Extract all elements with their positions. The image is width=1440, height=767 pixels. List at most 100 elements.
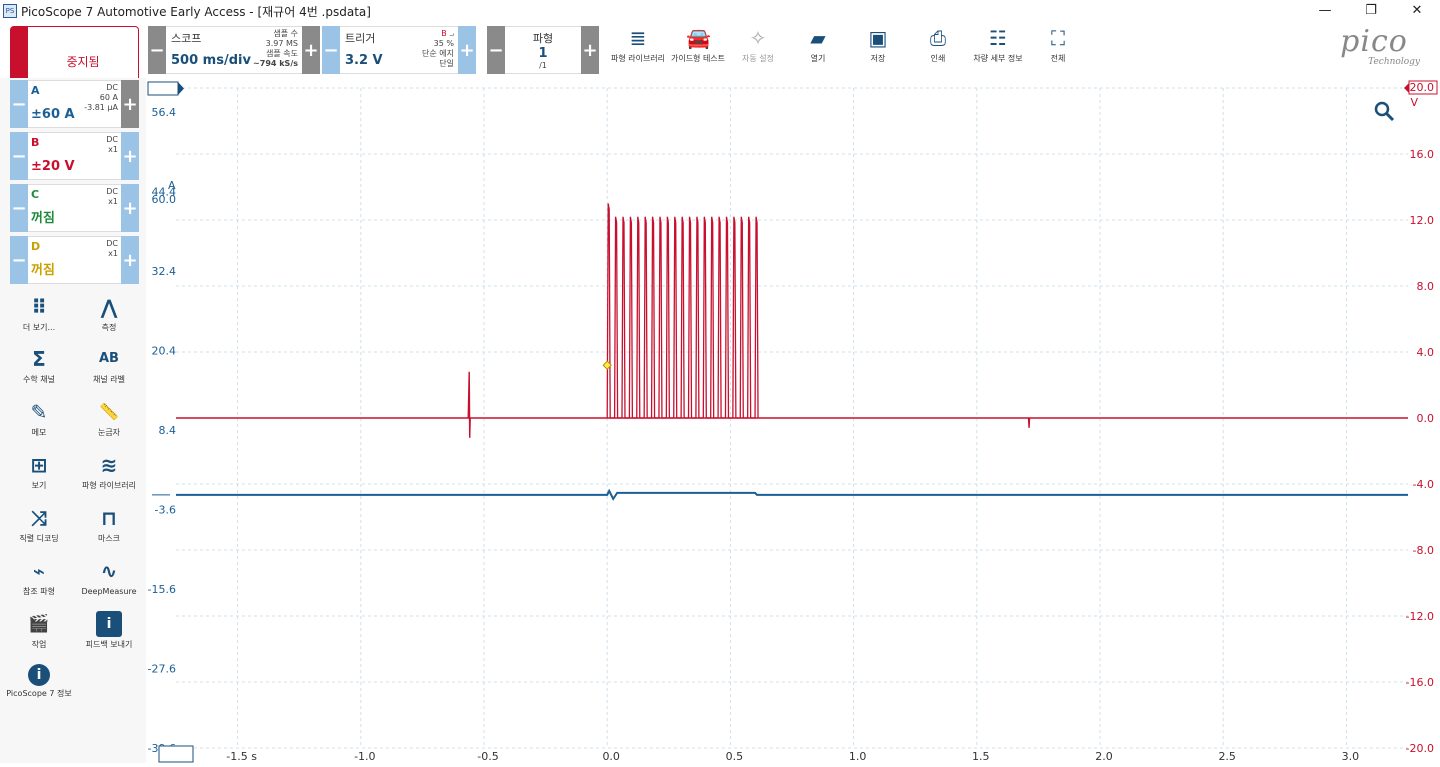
channel-b-decrease-button[interactable]: − — [10, 132, 28, 180]
right-top-marker: 20.0 — [1404, 80, 1438, 95]
title-bar: PS PicoScope 7 Automotive Early Access -… — [0, 0, 1440, 22]
trigger-shot: 단일 — [439, 59, 454, 68]
pico-logo: pico Technology — [1320, 27, 1428, 71]
channel-b-display[interactable]: B ±20 V DC x1 — [28, 132, 121, 180]
left-tick-label: -3.6 — [155, 503, 176, 516]
channel-b-control: − B ±20 V DC x1 + — [10, 132, 139, 180]
timebase-display[interactable]: 스코프 500 ms/div 샘플 수 3.97 MS 샘플 속도 ~794 k… — [166, 26, 302, 74]
right-axis-arrow — [1404, 83, 1409, 93]
right-tick-label: 0.0 — [1417, 412, 1435, 425]
channel-d-range: 꺼짐 — [31, 263, 55, 278]
view-button[interactable]: ⊞ 보기 — [4, 452, 74, 491]
right-tick-label: 12.0 — [1410, 214, 1435, 227]
compass-icon: ⋀ — [100, 295, 118, 319]
mask-icon: ⊓ — [101, 506, 117, 530]
x-tick-label: 1.5 — [972, 750, 990, 763]
ruler-button[interactable]: 📏 눈금자 — [74, 399, 144, 438]
channel-c-increase-button[interactable]: + — [121, 184, 139, 232]
right-top-label: 20.0 — [1410, 81, 1435, 94]
restore-button[interactable]: ❐ — [1348, 0, 1394, 22]
guided-test-button[interactable]: 🚘 가이드형 테스트 — [668, 26, 728, 74]
save-button[interactable]: ▣ 저장 — [848, 26, 908, 74]
channel-a-display[interactable]: A ±60 A DC 60 A -3.81 µA — [28, 80, 121, 128]
channel-b-range: ±20 V — [31, 159, 75, 174]
channel-b-increase-button[interactable]: + — [121, 132, 139, 180]
fullscreen-button[interactable]: ⛶ 전체 — [1028, 26, 1088, 74]
stack-icon: ≣ — [629, 26, 647, 50]
waveform-control: − 파형 1 /1 + — [487, 26, 599, 74]
clipboard-icon: ☷ — [989, 26, 1007, 50]
note-icon: ✎ — [30, 400, 48, 424]
left-tick-label: -15.6 — [148, 583, 176, 596]
more-button[interactable]: ⠿ 더 보기... — [4, 294, 74, 333]
channel-a-increase-button[interactable]: + — [121, 80, 139, 128]
logo-word: pico — [1340, 24, 1408, 59]
minimize-button[interactable]: — — [1302, 0, 1348, 22]
channel-d-display[interactable]: D 꺼짐 DC x1 — [28, 236, 121, 284]
close-button[interactable]: ✕ — [1394, 0, 1440, 22]
timebase-decrease-button[interactable]: − — [148, 26, 166, 74]
right-tick-label: -20.0 — [1406, 742, 1434, 755]
rising-edge-icon: ⨼ — [449, 29, 454, 38]
waveform-display[interactable]: 파형 1 /1 — [505, 26, 581, 74]
timebase-increase-button[interactable]: + — [302, 26, 320, 74]
waveform-next-button[interactable]: + — [581, 26, 599, 74]
waveform-prev-button[interactable]: − — [487, 26, 505, 74]
trigger-increase-button[interactable]: + — [458, 26, 476, 74]
channel-d-increase-button[interactable]: + — [121, 236, 139, 284]
overlays — [147, 81, 1395, 763]
actions-button[interactable]: 🎬 작업 — [4, 611, 74, 650]
x-tick-label: 0.5 — [726, 750, 744, 763]
auto-setup-button[interactable]: ✧ 자동 설정 — [728, 26, 788, 74]
right-axis: 16.0 12.0 8.0 4.0 0.0 -4.0 -8.0 -12.0 -16.0 -20.0… — [1404, 80, 1438, 755]
waveform-library-tool-button[interactable]: ≋ 파형 라이브러리 — [74, 452, 144, 491]
channel-c-letter: C — [31, 188, 40, 201]
channel-d-letter: D — [31, 240, 41, 253]
channel-a-decrease-button[interactable]: − — [10, 80, 28, 128]
measure-button[interactable]: ⋀ 측정 — [74, 294, 144, 333]
scope-graph[interactable]: A60.056.444.432.420.48.4-3.6-15.6-27.6-3… — [146, 78, 1440, 763]
channel-c-display[interactable]: C 꺼짐 DC x1 — [28, 184, 121, 232]
left-tick-label: 44.4 — [152, 185, 177, 198]
trigger-display[interactable]: 트리거 3.2 V B ⨼ 35 % 단순 에지 단일 — [340, 26, 458, 74]
reference-icon: ⌁ — [32, 559, 46, 583]
scope-view[interactable]: A60.056.444.432.420.48.4-3.6-15.6-27.6-3… — [146, 78, 1440, 763]
samples-label: 샘플 수 — [273, 29, 298, 38]
deepmeasure-button[interactable]: ∿ DeepMeasure — [74, 558, 144, 597]
serial-icon: ⤨ — [31, 506, 47, 530]
serial-decoding-button[interactable]: ⤨ 직렬 디코딩 — [4, 505, 74, 544]
scope-timebase-control: − 스코프 500 ms/div 샘플 수 3.97 MS 샘플 속도 ~794… — [148, 26, 320, 74]
feedback-button[interactable]: i 피드백 보내기 — [74, 611, 144, 650]
waveform-total: /1 — [539, 61, 547, 70]
toolbar: 중지됨 − 스코프 500 ms/div 샘플 수 3.97 MS 샘플 속도 … — [0, 22, 1440, 96]
mask-button[interactable]: ⊓ 마스크 — [74, 505, 144, 544]
open-button[interactable]: ▰ 열기 — [788, 26, 848, 74]
trigger-decrease-button[interactable]: − — [322, 26, 340, 74]
left-tick-label: 32.4 — [152, 265, 177, 278]
folder-icon: ▰ — [810, 26, 826, 50]
left-tick-label: 20.4 — [152, 344, 177, 357]
print-button[interactable]: ⎙ 인쇄 — [908, 26, 968, 74]
window-title: PicoScope 7 Automotive Early Access - [재… — [21, 4, 371, 19]
save-icon: ▣ — [868, 26, 888, 50]
vehicle-details-button[interactable]: ☷ 차량 세부 정보 — [968, 26, 1028, 74]
right-tick-label: -16.0 — [1406, 676, 1434, 689]
reference-waveform-button[interactable]: ⌁ 참조 파형 — [4, 558, 74, 597]
right-tick-label: -8.0 — [1413, 544, 1434, 557]
top-scroll-arrow — [178, 82, 184, 95]
channel-label-button[interactable]: AB 채널 라벨 — [74, 346, 144, 385]
waveform-library-button[interactable]: ≣ 파형 라이브러리 — [608, 26, 668, 74]
channel-c-range: 꺼짐 — [31, 211, 55, 226]
app-icon: PS — [3, 4, 17, 18]
notes-button[interactable]: ✎ 메모 — [4, 399, 74, 438]
channel-c-decrease-button[interactable]: − — [10, 184, 28, 232]
channel-d-decrease-button[interactable]: − — [10, 236, 28, 284]
x-axis: -1.5 s -1.0 -0.5 0.0 0.5 1.0 1.5 2.0 2.5 3.0 — [226, 750, 1359, 763]
timebase-value: 500 ms/div — [171, 53, 251, 68]
stop-label: 중지됨 — [66, 54, 100, 69]
right-tick-label: 4.0 — [1417, 346, 1435, 359]
about-button[interactable]: i PicoScope 7 정보 — [4, 664, 74, 699]
math-channel-button[interactable]: Σ 수학 채널 — [4, 346, 74, 385]
clapper-icon: 🎬 — [28, 614, 50, 634]
grid-icon: ⠿ — [31, 295, 47, 319]
